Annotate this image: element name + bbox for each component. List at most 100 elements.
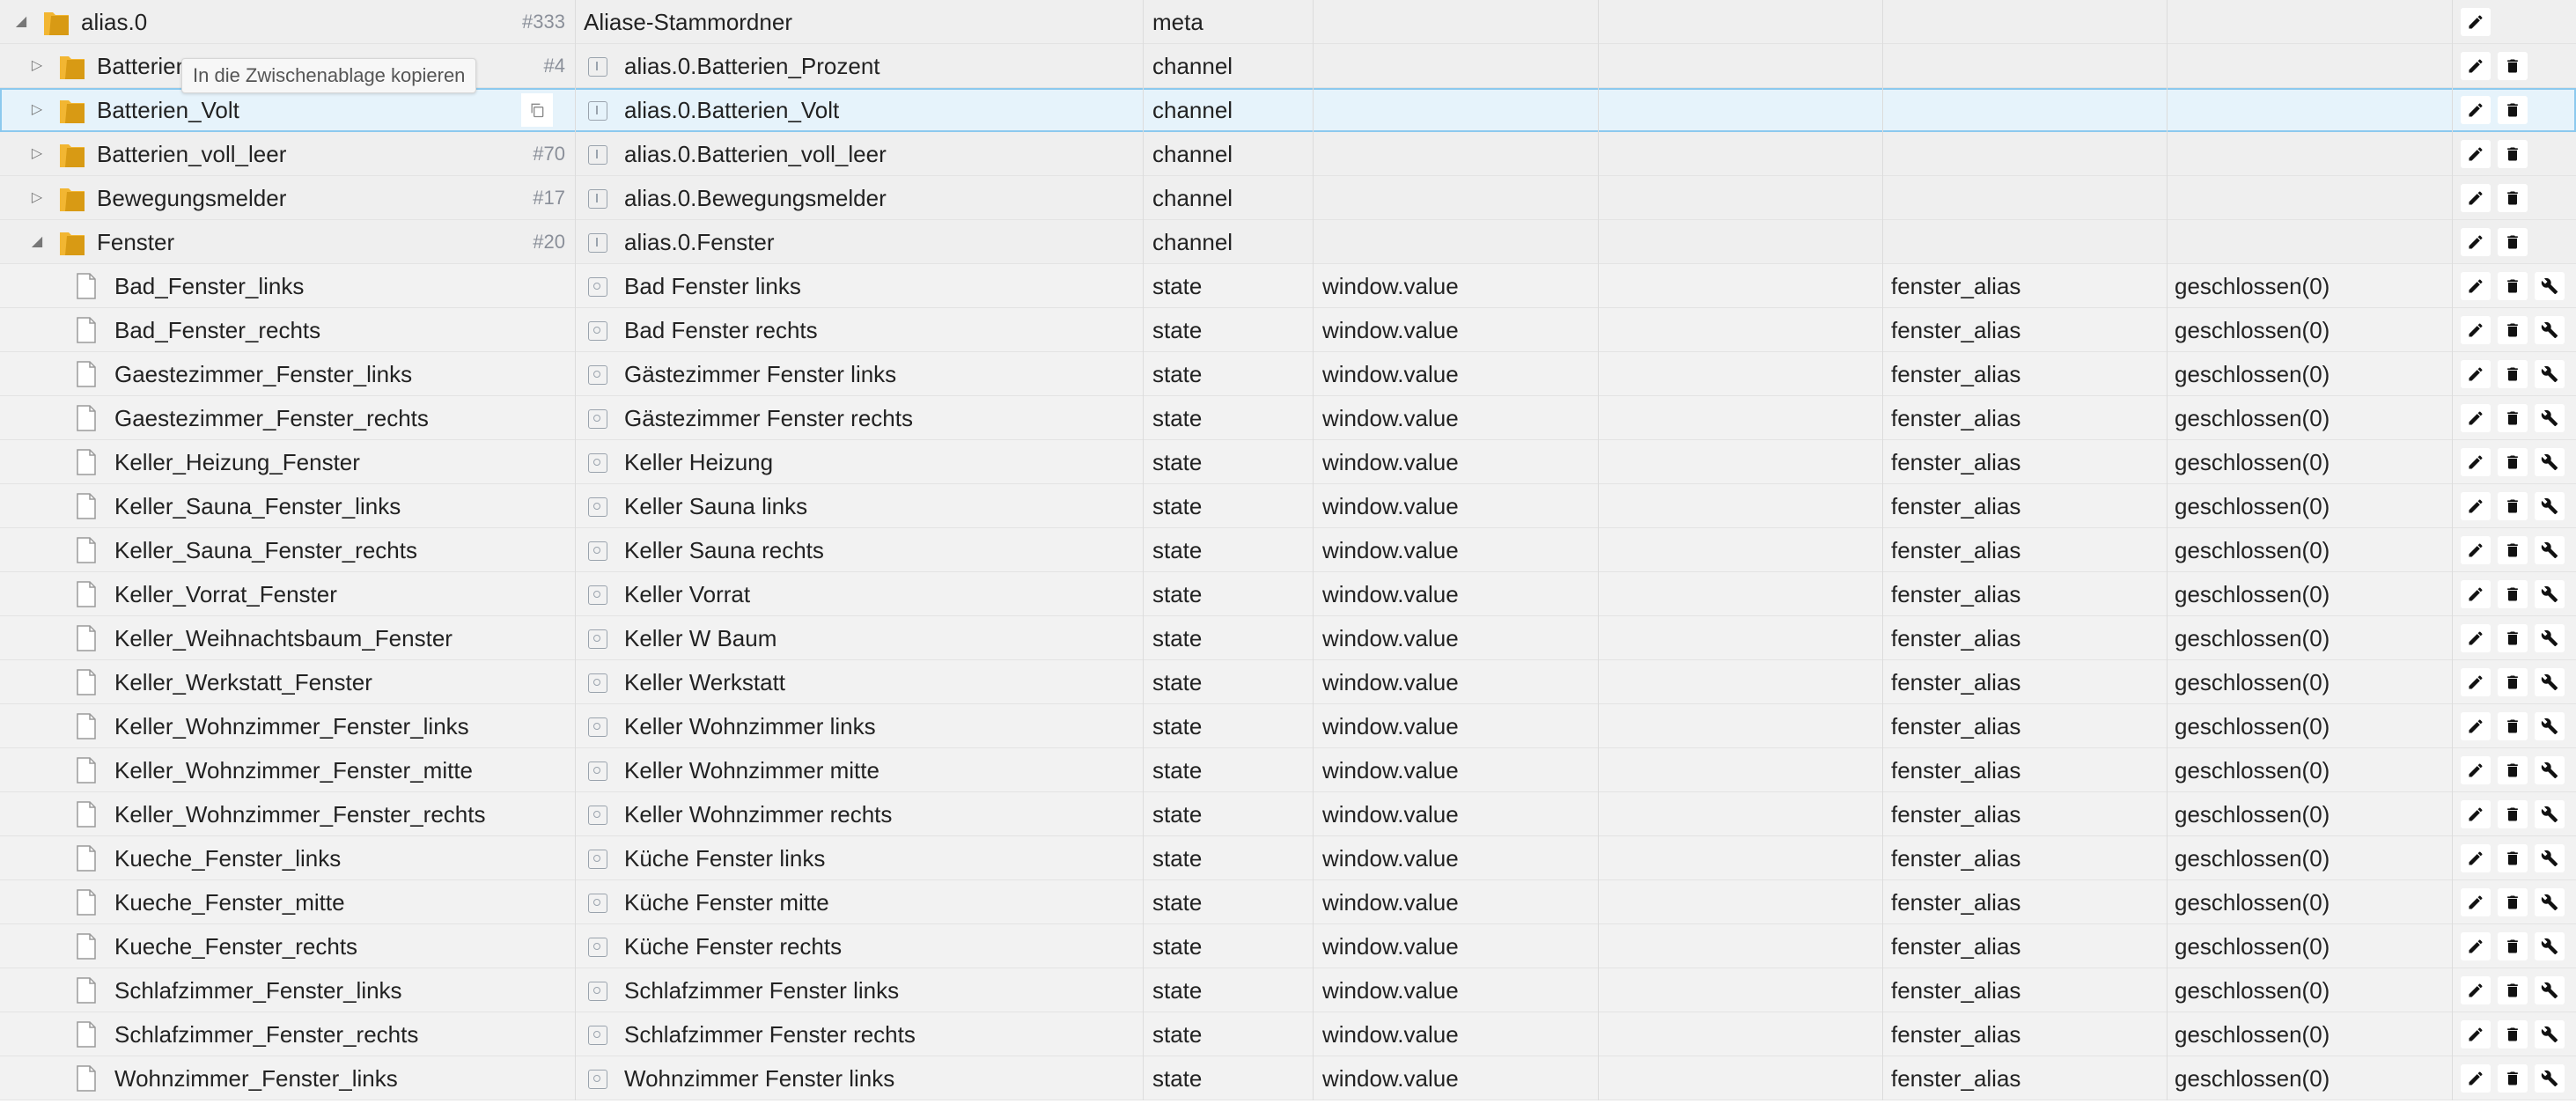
object-value[interactable]: geschlossen(0): [2175, 792, 2329, 836]
settings-button[interactable]: [2535, 580, 2565, 608]
table-row[interactable]: Keller_Wohnzimmer_Fenster_rechts Keller W…: [0, 792, 2576, 836]
edit-button[interactable]: [2461, 52, 2491, 80]
table-row[interactable]: Keller_Sauna_Fenster_rechts Keller Sauna …: [0, 528, 2576, 572]
table-row[interactable]: Schlafzimmer_Fenster_links Schlafzimmer F…: [0, 968, 2576, 1012]
edit-button[interactable]: [2461, 404, 2491, 432]
edit-button[interactable]: [2461, 844, 2491, 872]
settings-button[interactable]: [2535, 976, 2565, 1004]
delete-button[interactable]: [2498, 404, 2528, 432]
table-row[interactable]: Kueche_Fenster_links Küche Fenster links s…: [0, 836, 2576, 880]
delete-button[interactable]: [2498, 800, 2528, 828]
object-value[interactable]: geschlossen(0): [2175, 528, 2329, 572]
delete-button[interactable]: [2498, 580, 2528, 608]
delete-button[interactable]: [2498, 228, 2528, 256]
edit-button[interactable]: [2461, 712, 2491, 740]
settings-button[interactable]: [2535, 404, 2565, 432]
object-value[interactable]: geschlossen(0): [2175, 704, 2329, 748]
delete-button[interactable]: [2498, 712, 2528, 740]
table-row[interactable]: Gaestezimmer_Fenster_rechts Gästezimmer F…: [0, 396, 2576, 440]
table-row[interactable]: ▷ Batterien_voll_leer #70 alias.0.Batterien…: [0, 132, 2576, 176]
object-value[interactable]: geschlossen(0): [2175, 880, 2329, 924]
edit-button[interactable]: [2461, 316, 2491, 344]
delete-button[interactable]: [2498, 272, 2528, 300]
delete-button[interactable]: [2498, 668, 2528, 696]
object-value[interactable]: geschlossen(0): [2175, 1056, 2329, 1100]
table-row[interactable]: Kueche_Fenster_rechts Küche Fenster recht…: [0, 924, 2576, 968]
settings-button[interactable]: [2535, 668, 2565, 696]
delete-button[interactable]: [2498, 52, 2528, 80]
delete-button[interactable]: [2498, 360, 2528, 388]
edit-button[interactable]: [2461, 448, 2491, 476]
object-value[interactable]: geschlossen(0): [2175, 264, 2329, 308]
object-value[interactable]: geschlossen(0): [2175, 1012, 2329, 1056]
edit-button[interactable]: [2461, 228, 2491, 256]
edit-button[interactable]: [2461, 360, 2491, 388]
table-row[interactable]: ▷ Bewegungsmelder #17 alias.0.Bewegungsmeld…: [0, 176, 2576, 220]
object-value[interactable]: geschlossen(0): [2175, 572, 2329, 616]
edit-button[interactable]: [2461, 492, 2491, 520]
delete-button[interactable]: [2498, 184, 2528, 212]
settings-button[interactable]: [2535, 800, 2565, 828]
edit-button[interactable]: [2461, 800, 2491, 828]
settings-button[interactable]: [2535, 1020, 2565, 1048]
object-value[interactable]: geschlossen(0): [2175, 660, 2329, 704]
table-row[interactable]: Bad_Fenster_rechts Bad Fenster rechts stat…: [0, 308, 2576, 352]
edit-button[interactable]: [2461, 624, 2491, 652]
object-value[interactable]: geschlossen(0): [2175, 352, 2329, 396]
expand-arrow-icon[interactable]: ▷: [28, 88, 46, 132]
settings-button[interactable]: [2535, 712, 2565, 740]
object-value[interactable]: geschlossen(0): [2175, 308, 2329, 352]
object-value[interactable]: geschlossen(0): [2175, 616, 2329, 660]
settings-button[interactable]: [2535, 360, 2565, 388]
expand-arrow-icon[interactable]: ▷: [28, 132, 46, 176]
edit-button[interactable]: [2461, 272, 2491, 300]
collapse-arrow-icon[interactable]: ◢: [28, 220, 46, 264]
collapse-arrow-icon[interactable]: ◢: [12, 0, 30, 44]
edit-button[interactable]: [2461, 976, 2491, 1004]
edit-button[interactable]: [2461, 932, 2491, 960]
table-row[interactable]: Schlafzimmer_Fenster_rechts Schlafzimmer …: [0, 1012, 2576, 1056]
copy-button[interactable]: [521, 93, 553, 127]
edit-button[interactable]: [2461, 8, 2491, 36]
table-row[interactable]: Keller_Sauna_Fenster_links Keller Sauna l…: [0, 484, 2576, 528]
delete-button[interactable]: [2498, 492, 2528, 520]
table-row[interactable]: Keller_Wohnzimmer_Fenster_mitte Keller Wo…: [0, 748, 2576, 792]
table-row[interactable]: Keller_Vorrat_Fenster Keller Vorrat state w…: [0, 572, 2576, 616]
delete-button[interactable]: [2498, 844, 2528, 872]
table-row[interactable]: Keller_Heizung_Fenster Keller Heizung stat…: [0, 440, 2576, 484]
expand-arrow-icon[interactable]: ▷: [28, 176, 46, 220]
edit-button[interactable]: [2461, 888, 2491, 916]
edit-button[interactable]: [2461, 184, 2491, 212]
delete-button[interactable]: [2498, 888, 2528, 916]
object-value[interactable]: geschlossen(0): [2175, 440, 2329, 484]
edit-button[interactable]: [2461, 96, 2491, 124]
edit-button[interactable]: [2461, 536, 2491, 564]
settings-button[interactable]: [2535, 844, 2565, 872]
table-row[interactable]: Keller_Wohnzimmer_Fenster_links Keller Wo…: [0, 704, 2576, 748]
object-value[interactable]: geschlossen(0): [2175, 748, 2329, 792]
edit-button[interactable]: [2461, 580, 2491, 608]
delete-button[interactable]: [2498, 316, 2528, 344]
edit-button[interactable]: [2461, 756, 2491, 784]
table-row[interactable]: Wohnzimmer_Fenster_links Wohnzimmer Fenst…: [0, 1056, 2576, 1100]
object-value[interactable]: geschlossen(0): [2175, 836, 2329, 880]
settings-button[interactable]: [2535, 756, 2565, 784]
settings-button[interactable]: [2535, 448, 2565, 476]
settings-button[interactable]: [2535, 932, 2565, 960]
delete-button[interactable]: [2498, 1064, 2528, 1093]
delete-button[interactable]: [2498, 96, 2528, 124]
settings-button[interactable]: [2535, 492, 2565, 520]
edit-button[interactable]: [2461, 668, 2491, 696]
settings-button[interactable]: [2535, 536, 2565, 564]
object-value[interactable]: geschlossen(0): [2175, 968, 2329, 1012]
table-row[interactable]: ◢ Fenster #20 alias.0.Fenster channel: [0, 220, 2576, 264]
table-row[interactable]: Kueche_Fenster_mitte Küche Fenster mitte s…: [0, 880, 2576, 924]
table-row[interactable]: ▷ Batterien_Volt alias.0.Batterien_Volt cha…: [0, 88, 2576, 132]
settings-button[interactable]: [2535, 624, 2565, 652]
table-row[interactable]: Keller_Werkstatt_Fenster Keller Werkstatt…: [0, 660, 2576, 704]
expand-arrow-icon[interactable]: ▷: [28, 44, 46, 88]
table-row[interactable]: Keller_Weihnachtsbaum_Fenster Keller W Ba…: [0, 616, 2576, 660]
settings-button[interactable]: [2535, 1064, 2565, 1093]
delete-button[interactable]: [2498, 976, 2528, 1004]
delete-button[interactable]: [2498, 140, 2528, 168]
